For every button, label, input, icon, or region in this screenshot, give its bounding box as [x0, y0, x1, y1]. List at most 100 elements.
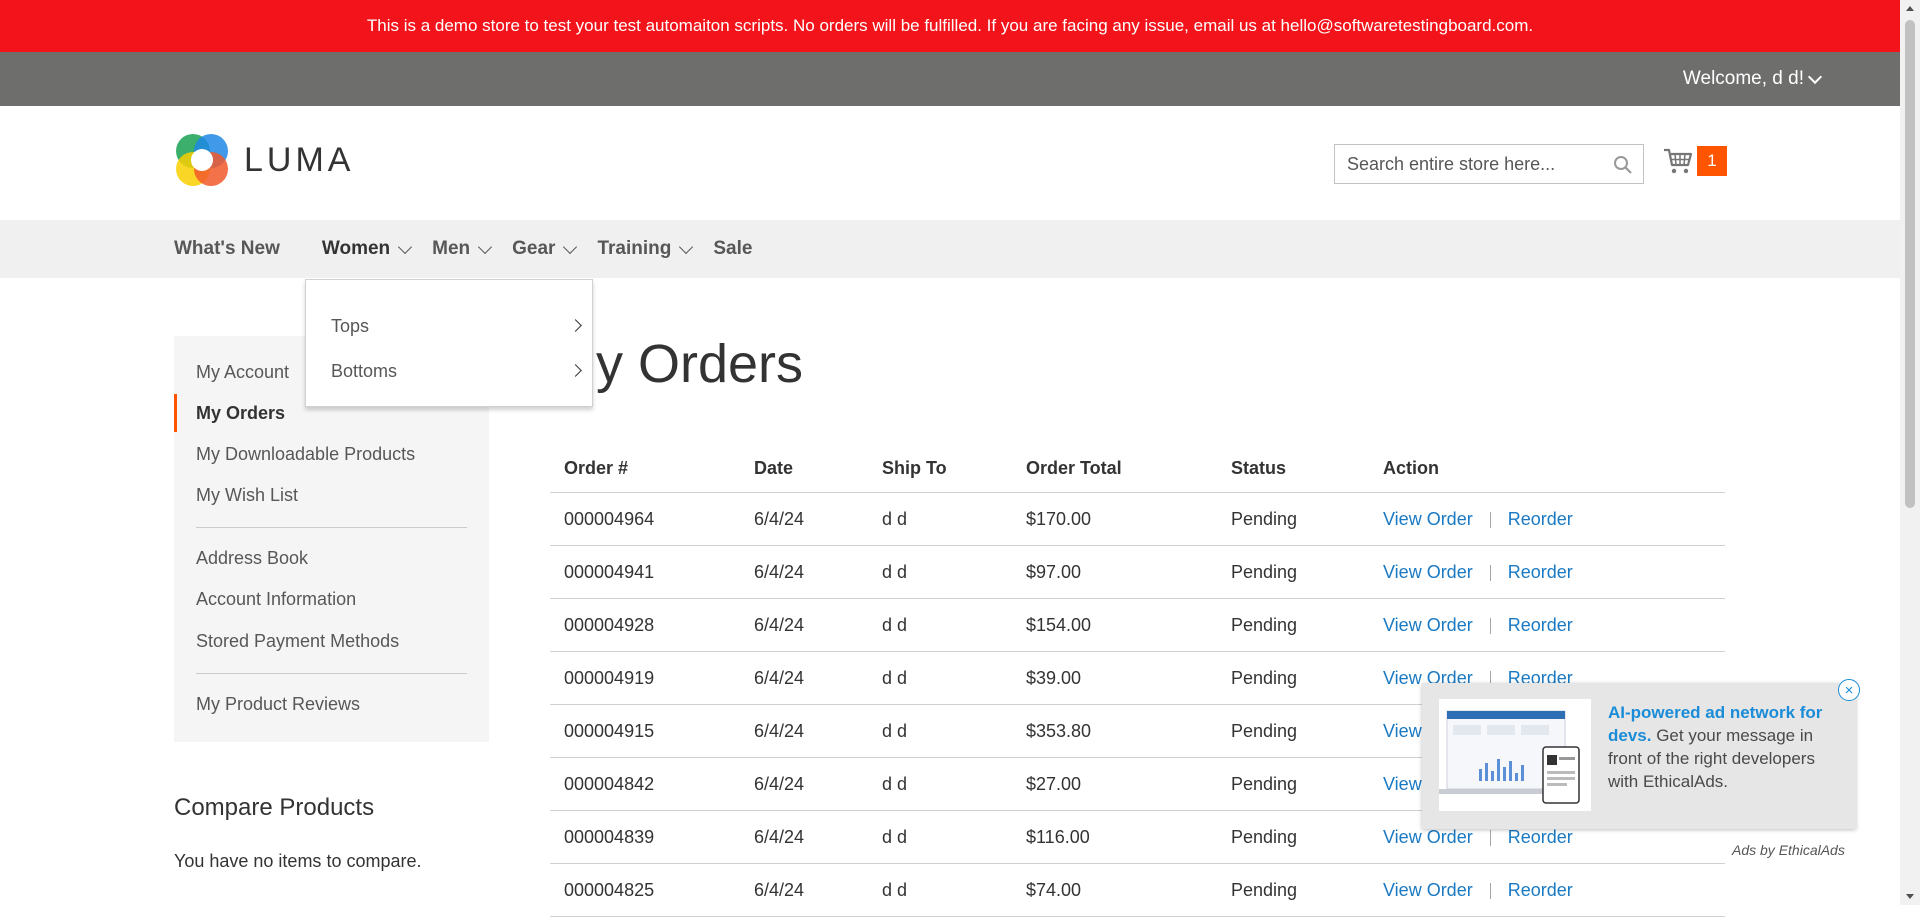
- top-bar: Welcome, d d!: [0, 52, 1900, 106]
- order-total-cell: $353.80: [1012, 704, 1217, 758]
- luma-logo-icon: [176, 134, 228, 186]
- order-total-cell: $170.00: [1012, 492, 1217, 546]
- nav-item-men[interactable]: Men: [432, 238, 493, 260]
- reorder-link[interactable]: Reorder: [1508, 615, 1573, 635]
- nav-item-gear[interactable]: Gear: [512, 238, 578, 260]
- sidebar-item-my-product-reviews[interactable]: My Product Reviews: [196, 688, 360, 720]
- view-order-link[interactable]: View Order: [1383, 827, 1473, 847]
- view-order-link[interactable]: View Order: [1383, 509, 1473, 529]
- scrollbar[interactable]: [1900, 0, 1920, 905]
- nav-item-label: Training: [597, 238, 672, 259]
- sidebar-item-my-downloadable-products[interactable]: My Downloadable Products: [196, 438, 415, 470]
- ad-text[interactable]: AI-powered ad network for devs. Get your…: [1608, 701, 1844, 793]
- order-actions-cell: View Order Reorder: [1369, 863, 1725, 917]
- sidebar-item-account-information[interactable]: Account Information: [196, 583, 356, 615]
- search-box[interactable]: [1334, 144, 1644, 184]
- chevron-down-icon: [398, 239, 413, 255]
- order-status-cell: Pending: [1217, 545, 1369, 599]
- order-total-cell: $39.00: [1012, 651, 1217, 705]
- column-header-ship-to: Ship To: [868, 444, 1012, 493]
- order-total-cell: $154.00: [1012, 598, 1217, 652]
- nav-item-label: Men: [432, 238, 471, 259]
- reorder-link[interactable]: Reorder: [1508, 880, 1573, 900]
- scroll-down-icon[interactable]: [1906, 894, 1914, 899]
- order-number-cell: 000004842: [550, 757, 740, 811]
- order-status-cell: Pending: [1217, 863, 1369, 917]
- sidebar-divider: [196, 527, 467, 528]
- close-icon[interactable]: ×: [1838, 679, 1860, 701]
- scrollbar-thumb[interactable]: [1905, 20, 1915, 508]
- order-actions-cell: View Order Reorder: [1369, 545, 1725, 599]
- demo-store-banner: This is a demo store to test your test a…: [0, 0, 1900, 52]
- site-header: LUMA 1: [0, 106, 1900, 220]
- order-number-cell: 000004941: [550, 545, 740, 599]
- customer-welcome-menu[interactable]: Welcome, d d!: [1683, 52, 1823, 106]
- nav-items: What's New Women Men Gear Training Sale: [174, 220, 774, 278]
- reorder-link[interactable]: Reorder: [1508, 509, 1573, 529]
- order-status-cell: Pending: [1217, 651, 1369, 705]
- sidebar-item-label: My Downloadable Products: [196, 443, 416, 464]
- nav-item-whats-new[interactable]: What's New: [174, 238, 280, 260]
- search-input[interactable]: [1335, 146, 1629, 182]
- order-date-cell: 6/4/24: [740, 545, 868, 599]
- submenu-item-tops[interactable]: Tops: [331, 311, 592, 341]
- order-date-cell: 6/4/24: [740, 651, 868, 705]
- cart-count-badge[interactable]: 1: [1697, 146, 1727, 176]
- ship-to-cell: d d: [868, 492, 1012, 546]
- nav-item-label: Gear: [512, 238, 556, 259]
- ad-credit[interactable]: Ads by EthicalAds: [1732, 842, 1845, 858]
- action-separator: [1489, 564, 1491, 581]
- order-date-cell: 6/4/24: [740, 492, 868, 546]
- logo-text: LUMA: [244, 140, 355, 179]
- nav-item-women[interactable]: Women: [322, 238, 413, 260]
- sidebar-item-stored-payment-methods[interactable]: Stored Payment Methods: [196, 625, 399, 657]
- order-date-cell: 6/4/24: [740, 863, 868, 917]
- submenu-item-label: Bottoms: [331, 360, 398, 381]
- luma-logo[interactable]: LUMA: [174, 132, 354, 188]
- nav-item-sale[interactable]: Sale: [713, 238, 752, 260]
- ethical-ad[interactable]: AI-powered ad network for devs. Get your…: [1422, 679, 1860, 829]
- chevron-right-icon: [569, 319, 582, 332]
- compare-products-title: Compare Products: [174, 794, 375, 821]
- reorder-link[interactable]: Reorder: [1508, 562, 1573, 582]
- chevron-down-icon[interactable]: [1807, 69, 1823, 85]
- search-icon[interactable]: [1613, 155, 1633, 175]
- minicart[interactable]: 1: [1663, 146, 1727, 176]
- order-status-cell: Pending: [1217, 598, 1369, 652]
- column-header-date: Date: [740, 444, 868, 493]
- action-separator: [1489, 617, 1491, 634]
- view-order-link[interactable]: View Order: [1383, 562, 1473, 582]
- submenu-item-bottoms[interactable]: Bottoms: [331, 356, 592, 386]
- ship-to-cell: d d: [868, 704, 1012, 758]
- order-date-cell: 6/4/24: [740, 704, 868, 758]
- chevron-down-icon: [478, 239, 493, 255]
- sidebar-item-my-wish-list[interactable]: My Wish List: [196, 479, 298, 511]
- action-separator: [1489, 882, 1491, 899]
- table-row: 000004964 6/4/24 d d $170.00 Pending View Ord…: [550, 492, 1725, 546]
- order-number-cell: 000004928: [550, 598, 740, 652]
- view-order-link[interactable]: View Order: [1383, 880, 1473, 900]
- scroll-up-icon[interactable]: [1906, 6, 1914, 11]
- action-separator: [1489, 511, 1491, 528]
- cart-icon[interactable]: [1663, 147, 1693, 175]
- view-order-link[interactable]: View Order: [1383, 615, 1473, 635]
- ship-to-cell: d d: [868, 810, 1012, 864]
- ad-image[interactable]: [1439, 699, 1591, 811]
- chevron-right-icon: [569, 364, 582, 377]
- sidebar-item-label: My Product Reviews: [196, 693, 361, 714]
- sidebar-item-my-orders[interactable]: My Orders: [196, 397, 285, 429]
- order-number-cell: 000004825: [550, 863, 740, 917]
- column-header-status: Status: [1217, 444, 1369, 493]
- sidebar-item-address-book[interactable]: Address Book: [196, 542, 308, 574]
- order-total-cell: $97.00: [1012, 545, 1217, 599]
- nav-item-training[interactable]: Training: [597, 238, 694, 260]
- reorder-link[interactable]: Reorder: [1508, 827, 1573, 847]
- ship-to-cell: d d: [868, 863, 1012, 917]
- demo-banner-text: This is a demo store to test your test a…: [366, 16, 1534, 35]
- order-status-cell: Pending: [1217, 704, 1369, 758]
- main-navigation: What's New Women Men Gear Training Sale: [0, 220, 1900, 278]
- nav-item-label: Sale: [713, 238, 753, 259]
- sidebar-item-my-account[interactable]: My Account: [196, 356, 289, 388]
- column-header-order-total: Order Total: [1012, 444, 1217, 493]
- order-status-cell: Pending: [1217, 492, 1369, 546]
